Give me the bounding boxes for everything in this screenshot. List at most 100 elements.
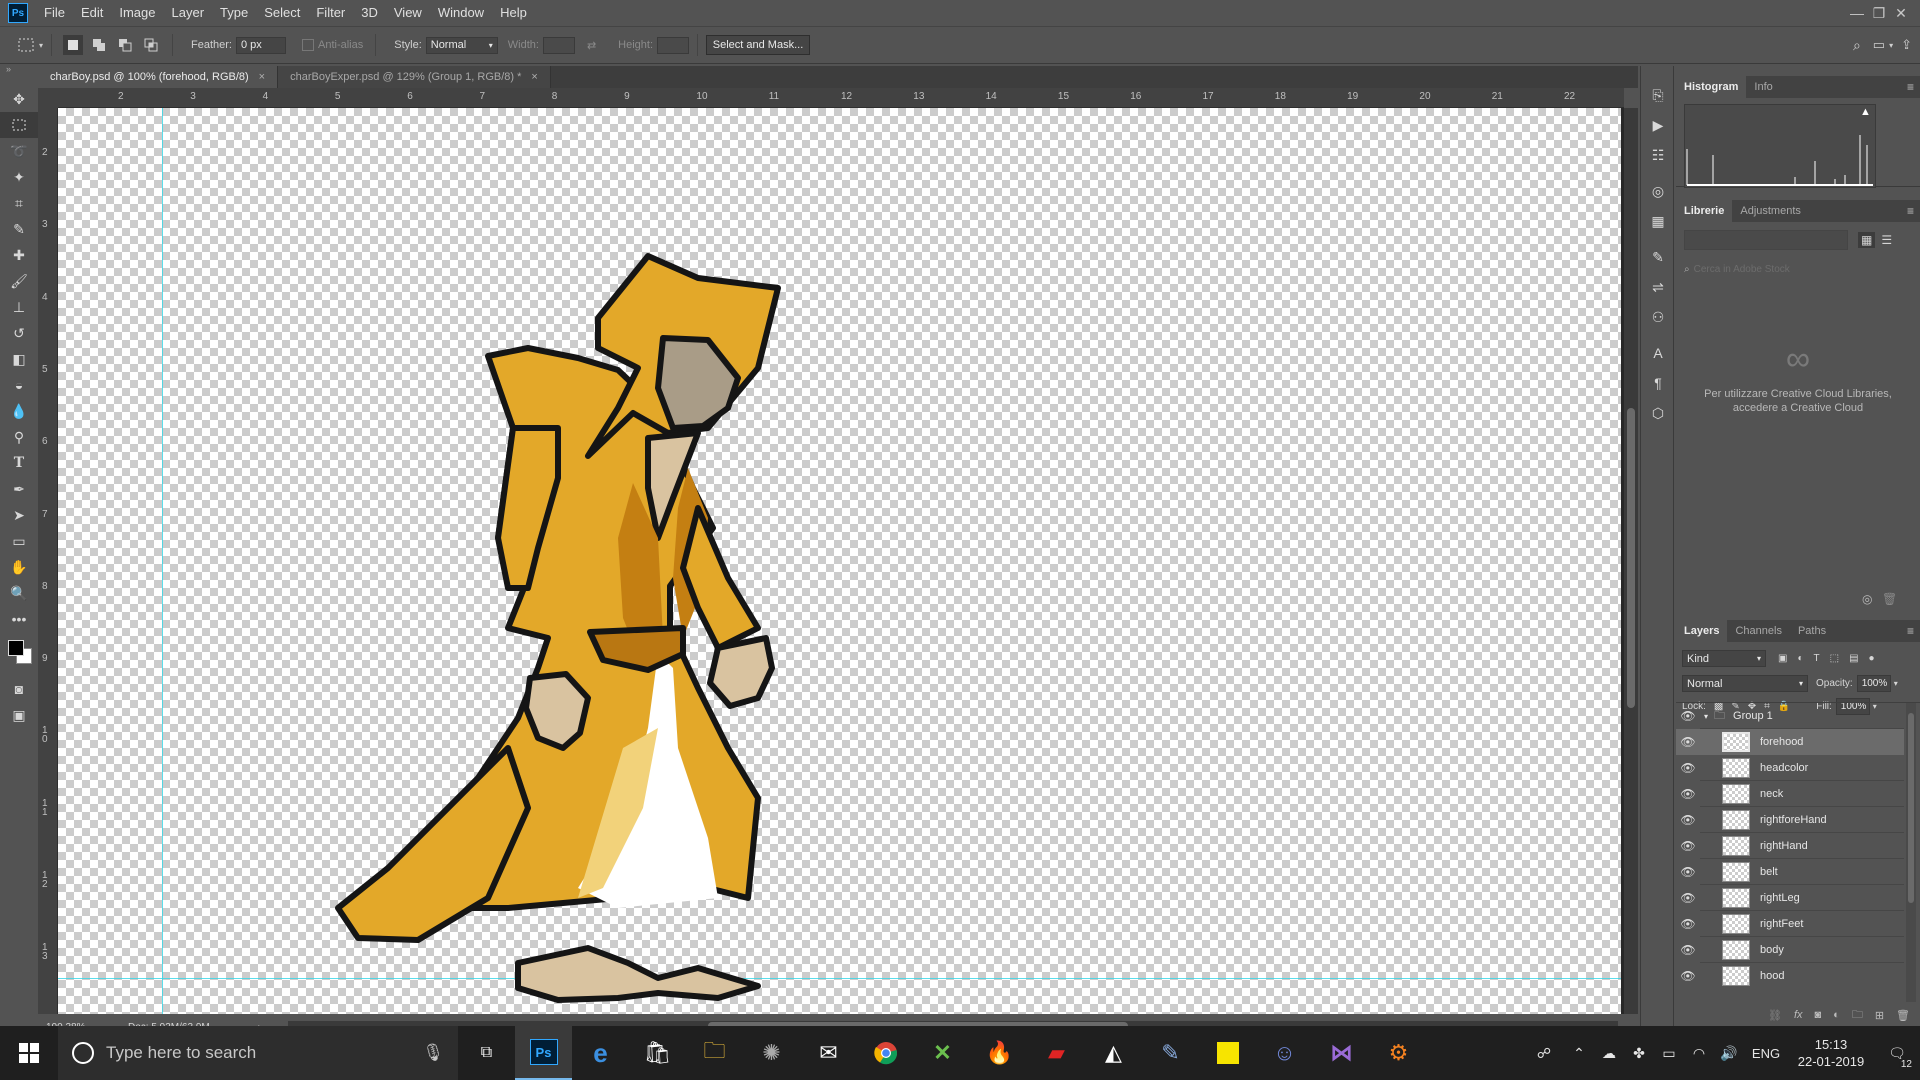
- pen-tool-icon[interactable]: ✒: [0, 476, 38, 502]
- eraser-tool-icon[interactable]: ◧: [0, 346, 38, 372]
- onedrive-icon[interactable]: ☁: [1594, 1026, 1624, 1080]
- panel-menu-icon[interactable]: ≡: [1907, 80, 1914, 94]
- eye-icon[interactable]: 👁: [1676, 735, 1700, 749]
- chevron-down-icon[interactable]: ▾: [1889, 41, 1893, 50]
- filter-smart-object-icon[interactable]: ▤: [1849, 653, 1858, 664]
- tab-adjustments[interactable]: Adjustments: [1732, 200, 1809, 222]
- link-layers-icon[interactable]: ⛓: [1768, 1009, 1782, 1022]
- layer-group[interactable]: 👁 ▾ 🗀 Group 1: [1676, 703, 1904, 729]
- style-select[interactable]: Normal ▾: [425, 36, 498, 54]
- eye-icon[interactable]: 👁: [1676, 969, 1700, 983]
- chevron-down-icon[interactable]: ▾: [1894, 679, 1898, 688]
- width-input[interactable]: [542, 36, 575, 54]
- layer-row[interactable]: 👁 belt: [1676, 859, 1904, 885]
- eye-icon[interactable]: 👁: [1676, 917, 1700, 931]
- tab-librerie[interactable]: Librerie: [1676, 200, 1733, 222]
- more-tools-icon[interactable]: •••: [0, 606, 38, 632]
- list-view-icon[interactable]: ☰: [1881, 233, 1892, 247]
- red-app-icon[interactable]: ▰: [1028, 1026, 1085, 1080]
- unity-icon[interactable]: ◭: [1085, 1026, 1142, 1080]
- tab-charboy[interactable]: charBoy.psd @ 100% (forehood, RGB/8) ×: [38, 66, 279, 88]
- opacity-input[interactable]: 100%: [1856, 675, 1891, 692]
- panel-menu-icon[interactable]: ≡: [1907, 624, 1914, 638]
- eyedropper-tool-icon[interactable]: ✎: [0, 216, 38, 242]
- tab-histogram[interactable]: Histogram: [1676, 76, 1747, 98]
- actions-play-icon[interactable]: ▶: [1641, 110, 1675, 140]
- filter-shape-icon[interactable]: ⬚: [1830, 653, 1839, 664]
- chevron-up-icon[interactable]: ⌃: [1564, 1026, 1594, 1080]
- tab-channels[interactable]: Channels: [1727, 620, 1789, 642]
- blur-tool-icon[interactable]: 💧: [0, 398, 38, 424]
- library-search[interactable]: ⌕ Cerca in Adobe Stock: [1684, 260, 1912, 278]
- brushes-icon[interactable]: ⇌: [1641, 272, 1675, 302]
- layers-scroll-thumb[interactable]: [1908, 713, 1914, 903]
- windows-start-icon[interactable]: [0, 1026, 58, 1080]
- color-swatches[interactable]: [0, 632, 38, 676]
- layer-row[interactable]: 👁 neck: [1676, 781, 1904, 807]
- filter-adjustment-icon[interactable]: ◐: [1797, 653, 1803, 664]
- trash-icon[interactable]: 🗑: [1882, 592, 1897, 606]
- brush-settings-icon[interactable]: ✎: [1641, 242, 1675, 272]
- language-indicator[interactable]: ENG: [1744, 1026, 1788, 1080]
- panel-menu-icon[interactable]: ≡: [1907, 204, 1914, 218]
- document-canvas[interactable]: [58, 108, 1621, 1014]
- menu-filter[interactable]: Filter: [308, 0, 353, 26]
- chevron-down-icon[interactable]: ▾: [1704, 712, 1708, 721]
- crop-tool-icon[interactable]: ⌗: [0, 190, 38, 216]
- feather-input[interactable]: 0 px: [235, 36, 286, 54]
- eye-icon[interactable]: 👁: [1676, 865, 1700, 879]
- paragraph-icon[interactable]: ¶: [1641, 368, 1675, 398]
- wifi-icon[interactable]: ◠: [1684, 1026, 1714, 1080]
- layer-row[interactable]: 👁 rightforeHand: [1676, 807, 1904, 833]
- notifications-icon[interactable]: 🗨 12: [1874, 1026, 1920, 1080]
- menu-layer[interactable]: Layer: [164, 0, 213, 26]
- intersect-selection-icon[interactable]: [141, 35, 161, 55]
- ruler-vertical[interactable]: 2 3 4 5 6 7 8 9 10 11 12 13: [38, 108, 58, 1018]
- add-selection-icon[interactable]: [89, 35, 109, 55]
- visual-studio-icon[interactable]: ⋈: [1313, 1026, 1370, 1080]
- filter-type-icon[interactable]: T: [1814, 653, 1820, 664]
- xamarin-icon[interactable]: ✕: [914, 1026, 971, 1080]
- share-icon[interactable]: ⇪: [1901, 37, 1912, 53]
- layer-row[interactable]: 👁 forehood: [1676, 729, 1904, 755]
- search-icon[interactable]: ⌕: [1853, 37, 1861, 54]
- type-tool-icon[interactable]: T: [0, 450, 38, 476]
- edge-icon[interactable]: e: [572, 1026, 629, 1080]
- eye-icon[interactable]: 👁: [1676, 943, 1700, 957]
- new-group-icon[interactable]: 🗀: [1852, 1006, 1863, 1025]
- menu-select[interactable]: Select: [256, 0, 308, 26]
- hand-tool-icon[interactable]: ✋: [0, 554, 38, 580]
- dropbox-icon[interactable]: ✤: [1624, 1026, 1654, 1080]
- select-and-mask-button[interactable]: Select and Mask...: [706, 35, 811, 55]
- close-icon[interactable]: ×: [531, 71, 537, 83]
- eye-icon[interactable]: 👁: [1676, 839, 1700, 853]
- menu-window[interactable]: Window: [430, 0, 492, 26]
- adjustment-layer-icon[interactable]: ◐: [1833, 1009, 1840, 1021]
- close-icon[interactable]: ✕: [1890, 2, 1912, 24]
- healing-brush-tool-icon[interactable]: ✚: [0, 242, 38, 268]
- close-icon[interactable]: ×: [259, 71, 265, 83]
- vertical-scrollbar[interactable]: [1624, 108, 1638, 1018]
- add-mask-icon[interactable]: ◙: [1815, 1009, 1822, 1021]
- new-layer-icon[interactable]: ⊞: [1875, 1009, 1884, 1022]
- filter-toggle-icon[interactable]: ●: [1869, 653, 1875, 664]
- gradient-tool-icon[interactable]: ◒: [0, 372, 38, 398]
- menu-file[interactable]: File: [36, 0, 73, 26]
- 3d-icon[interactable]: ⬡: [1641, 398, 1675, 428]
- eye-icon[interactable]: 👁: [1676, 761, 1700, 775]
- dodge-tool-icon[interactable]: ⚲: [0, 424, 38, 450]
- zoom-tool-icon[interactable]: 🔍: [0, 580, 38, 606]
- new-selection-icon[interactable]: [63, 35, 84, 55]
- clone-source-icon[interactable]: ⚇: [1641, 302, 1675, 332]
- clock[interactable]: 15:13 22-01-2019: [1788, 1026, 1874, 1080]
- chrome-icon[interactable]: [857, 1026, 914, 1080]
- fx-icon[interactable]: fx: [1794, 1009, 1803, 1021]
- tab-layers[interactable]: Layers: [1676, 620, 1728, 642]
- grid-view-icon[interactable]: ▦: [1858, 232, 1876, 248]
- file-explorer-icon[interactable]: 🗀: [686, 1026, 743, 1080]
- cc-sync-icon[interactable]: ◎: [1862, 592, 1872, 606]
- subtract-selection-icon[interactable]: [115, 35, 135, 55]
- eye-icon[interactable]: 👁: [1676, 891, 1700, 905]
- menu-view[interactable]: View: [386, 0, 430, 26]
- eye-icon[interactable]: 👁: [1676, 787, 1700, 801]
